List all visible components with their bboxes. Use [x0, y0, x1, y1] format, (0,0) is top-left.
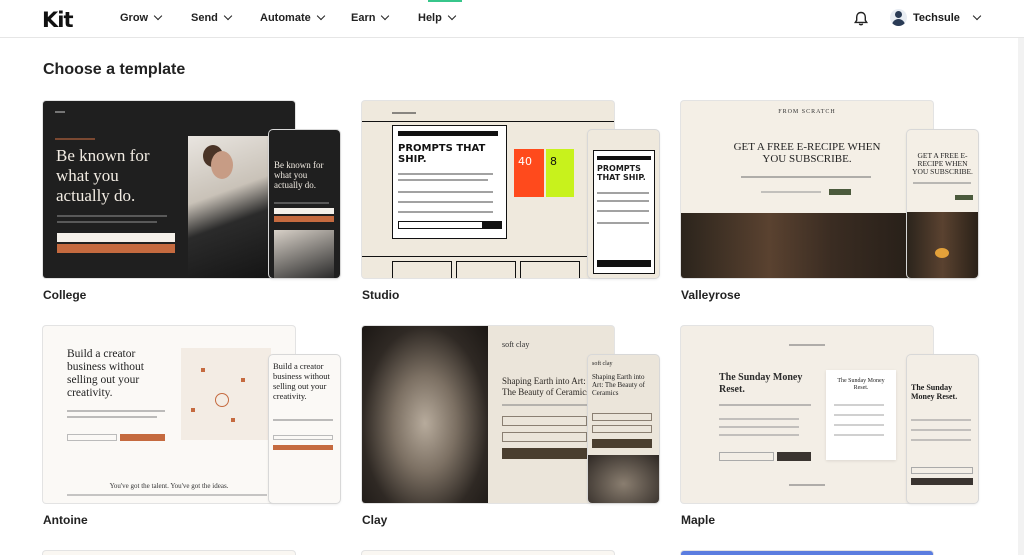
template-card-maple[interactable]: The Sunday Money Reset. The Sunday Money…	[681, 326, 978, 527]
user-menu[interactable]: Techsule	[890, 9, 982, 26]
chevron-down-icon	[223, 11, 233, 21]
kit-logo[interactable]: Kit	[42, 8, 74, 32]
template-card-peek[interactable]	[43, 551, 295, 555]
nav-earn-label: Earn	[351, 12, 376, 24]
scrollbar[interactable]	[1018, 38, 1024, 555]
template-card-college[interactable]: Be known for what you actually do. Be kn…	[43, 101, 340, 302]
preview-brand: FROM SCRATCH	[778, 109, 836, 115]
preview-mobile-headline: GET A FREE E-RECIPE WHEN YOU SUBSCRIBE.	[912, 151, 973, 176]
nav-grow[interactable]: Grow	[120, 11, 163, 24]
template-name: Valleyrose	[681, 288, 741, 302]
preview-brand: soft clay	[502, 340, 530, 349]
preview-headline: PROMPTS THAT SHIP.	[398, 143, 486, 165]
preview-stat-a: 40	[518, 155, 532, 168]
preview-stat-b: 8	[550, 155, 557, 168]
template-preview-mobile: Be known for what you actually do.	[269, 130, 340, 278]
preview-tagline: You've got the talent. You've got the id…	[109, 482, 229, 490]
preview-mobile-brand: soft clay	[592, 361, 613, 367]
preview-headline: GET A FREE E-RECIPE WHEN YOU SUBSCRIBE.	[733, 141, 881, 165]
preview-photo	[681, 213, 933, 278]
preview-mobile-headline: PROMPTS THAT SHIP.	[597, 164, 646, 182]
chevron-down-icon	[447, 11, 457, 21]
user-name: Techsule	[913, 11, 960, 24]
nav-automate-label: Automate	[260, 12, 311, 24]
template-preview-mobile: GET A FREE E-RECIPE WHEN YOU SUBSCRIBE.	[907, 130, 978, 278]
nav-automate[interactable]: Automate	[260, 11, 325, 24]
nav-help[interactable]: Help	[418, 11, 457, 24]
template-preview-mobile: The Sunday Money Reset.	[907, 355, 978, 503]
chevron-down-icon	[972, 11, 982, 20]
template-preview-desktop: PROMPTS THAT SHIP. 40 8	[362, 101, 614, 278]
template-name: Antoine	[43, 513, 88, 527]
nav-grow-label: Grow	[120, 12, 149, 24]
active-indicator	[428, 0, 462, 2]
template-card-peek[interactable]	[362, 551, 614, 555]
template-preview-mobile: Build a creator business without selling…	[269, 355, 340, 503]
nav-send[interactable]: Send	[191, 11, 233, 24]
bell-icon[interactable]	[854, 11, 868, 26]
preview-mobile-headline: Be known for what you actually do.	[274, 160, 324, 190]
nav-help-label: Help	[418, 12, 442, 24]
nav-send-label: Send	[191, 12, 218, 24]
preview-headline: Shaping Earth into Art: The Beauty of Ce…	[502, 376, 590, 397]
template-name: College	[43, 288, 87, 302]
nav-earn[interactable]: Earn	[351, 11, 390, 24]
template-name: Studio	[362, 288, 400, 302]
template-card-peek[interactable]	[681, 551, 933, 555]
template-preview-mobile: soft clay Shaping Earth into Art: The Be…	[588, 355, 659, 503]
template-preview-desktop: The Sunday Money Reset. The Sunday Money…	[681, 326, 933, 503]
preview-mobile-headline: Build a creator business without selling…	[273, 361, 330, 401]
chevron-down-icon	[316, 11, 325, 21]
preview-headline: Build a creator business without selling…	[67, 348, 144, 399]
preview-mobile-headline: Shaping Earth into Art: The Beauty of Ce…	[592, 373, 645, 397]
template-preview-desktop: soft clay Shaping Earth into Art: The Be…	[362, 326, 614, 503]
template-card-antoine[interactable]: Build a creator business without selling…	[43, 326, 340, 527]
preview-mobile-headline: The Sunday Money Reset.	[911, 383, 958, 401]
page-title: Choose a template	[43, 61, 186, 78]
template-name: Clay	[362, 513, 388, 527]
avatar	[890, 9, 907, 26]
template-card-studio[interactable]: PROMPTS THAT SHIP. 40 8 PROMPTS THAT SHI…	[362, 101, 659, 302]
chevron-down-icon	[153, 11, 163, 21]
template-preview-desktop: Build a creator business without selling…	[43, 326, 295, 503]
template-card-clay[interactable]: soft clay Shaping Earth into Art: The Be…	[362, 326, 659, 527]
template-name: Maple	[681, 513, 716, 527]
preview-headline: Be known for what you actually do.	[56, 146, 150, 205]
template-preview-desktop: FROM SCRATCH GET A FREE E-RECIPE WHEN YO…	[681, 101, 933, 278]
template-preview-desktop: Be known for what you actually do.	[43, 101, 295, 278]
template-card-valleyrose[interactable]: FROM SCRATCH GET A FREE E-RECIPE WHEN YO…	[681, 101, 978, 302]
preview-sheet-title: The Sunday Money Reset.	[837, 378, 885, 391]
preview-illustration	[181, 348, 271, 440]
preview-headline: The Sunday Money Reset.	[719, 372, 803, 395]
template-preview-mobile: PROMPTS THAT SHIP.	[588, 130, 659, 278]
top-nav: Kit Grow Send Automate Earn Help Techsul…	[0, 0, 1024, 38]
chevron-down-icon	[381, 11, 390, 21]
preview-photo	[362, 326, 488, 503]
